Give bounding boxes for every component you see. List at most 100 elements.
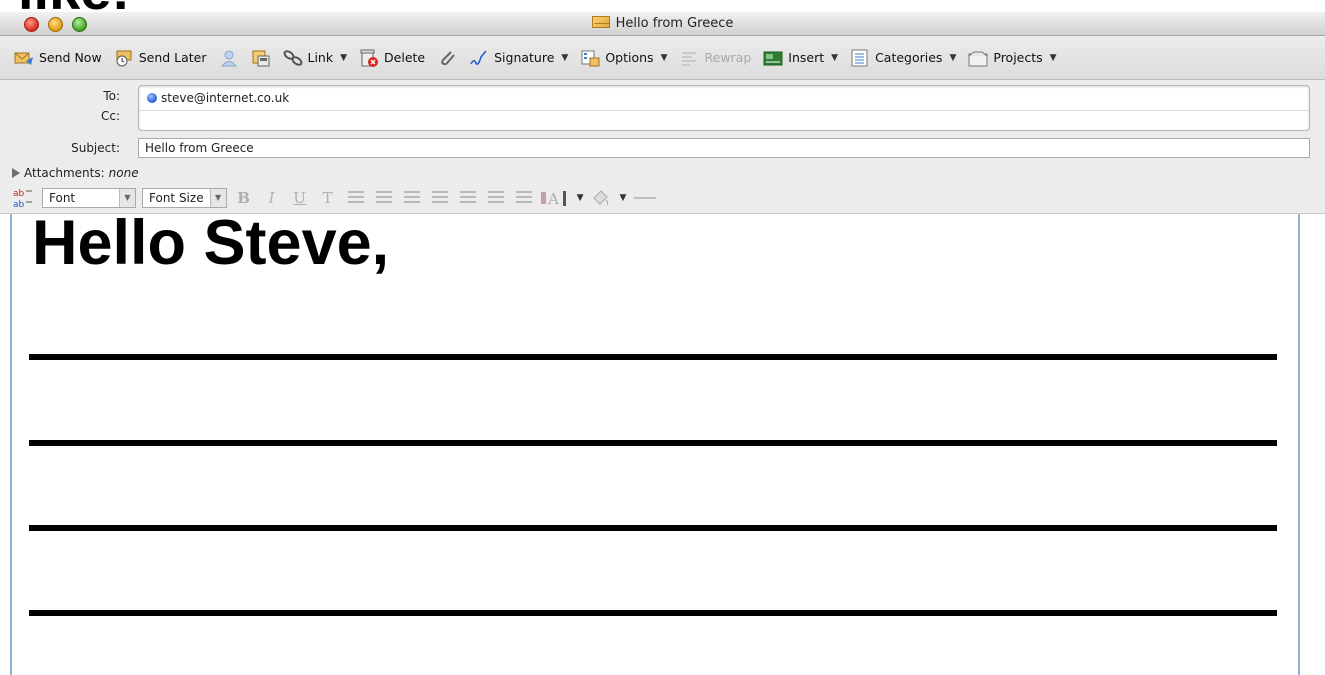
delete-label: Delete: [384, 50, 426, 65]
projects-dropdown-arrow-icon[interactable]: ▼: [1050, 53, 1057, 63]
font-select-value: Font: [49, 191, 76, 205]
categories-label: Categories: [875, 50, 943, 65]
attachment-icon: [441, 50, 455, 65]
font-select[interactable]: Font ▼: [42, 188, 136, 208]
signature-icon: [470, 50, 487, 65]
address-field[interactable]: steve@internet.co.uk: [138, 85, 1310, 131]
send-later-button[interactable]: Send Later: [108, 44, 213, 72]
delete-button[interactable]: Delete: [353, 44, 431, 72]
align-center-icon: [375, 191, 392, 203]
link-label: Link: [307, 50, 334, 65]
send-now-button[interactable]: Send Now: [8, 44, 108, 72]
disclosure-triangle-icon[interactable]: [12, 168, 20, 178]
attach-button[interactable]: [431, 44, 463, 72]
svg-text:A: A: [547, 190, 559, 208]
rewrap-icon: [681, 51, 696, 66]
to-label: To:: [103, 89, 120, 103]
highlight-dropdown-icon[interactable]: ▼: [620, 193, 627, 203]
insert-button[interactable]: Insert ▼: [757, 44, 844, 72]
window-title-text: Hello from Greece: [615, 16, 734, 31]
to-recipient-address: steve@internet.co.uk: [161, 91, 290, 105]
align-center-button[interactable]: [373, 189, 395, 207]
text-style-button[interactable]: T: [317, 189, 339, 207]
cc-field[interactable]: [139, 110, 1309, 111]
font-size-select[interactable]: Font Size ▼: [142, 188, 227, 208]
text-color-icon[interactable]: A: [540, 188, 569, 208]
horizontal-rule-icon[interactable]: [632, 188, 658, 208]
subject-label: Subject:: [71, 141, 120, 155]
link-dropdown-arrow-icon[interactable]: ▼: [340, 53, 347, 63]
send-now-icon: [14, 52, 33, 65]
window-title: Hello from Greece: [0, 16, 1325, 31]
categories-button[interactable]: Categories ▼: [844, 44, 962, 72]
recipient-status-icon: [147, 93, 157, 103]
projects-icon: [968, 51, 988, 66]
send-later-label: Send Later: [138, 50, 207, 65]
options-button[interactable]: Options ▼: [574, 44, 673, 72]
address-book-button[interactable]: [213, 44, 245, 72]
projects-button[interactable]: Projects ▼: [962, 44, 1062, 72]
subject-input[interactable]: Hello from Greece: [138, 138, 1310, 158]
font-select-arrow-icon: ▼: [119, 189, 135, 207]
signature-button[interactable]: Signature ▼: [463, 44, 574, 72]
attachments-row[interactable]: Attachments: none: [12, 166, 139, 180]
italic-button[interactable]: I: [261, 189, 283, 207]
writing-line: [29, 354, 1277, 360]
contacts-card-icon: [252, 50, 269, 66]
projects-label: Projects: [993, 50, 1043, 65]
align-right-button[interactable]: [401, 189, 423, 207]
link-icon: [283, 49, 302, 66]
rewrap-button[interactable]: Rewrap: [674, 44, 758, 72]
bold-button[interactable]: B: [233, 189, 255, 207]
svg-text:ab: ab: [13, 189, 25, 199]
body-greeting: Hello Steve,: [32, 208, 390, 278]
svg-text:ab: ab: [13, 200, 25, 209]
options-icon: [581, 50, 600, 66]
insert-icon: [763, 51, 783, 65]
rewrap-label: Rewrap: [704, 50, 752, 65]
contacts-card-button[interactable]: [245, 44, 277, 72]
underline-button[interactable]: U: [289, 189, 311, 207]
send-now-label: Send Now: [39, 50, 102, 65]
increase-indent-button[interactable]: [513, 189, 535, 207]
insert-label: Insert: [788, 50, 825, 65]
align-left-icon: [347, 191, 364, 203]
highlight-color-icon[interactable]: [590, 188, 612, 208]
insert-dropdown-arrow-icon[interactable]: ▼: [831, 53, 838, 63]
decrease-indent-button[interactable]: [485, 189, 507, 207]
decrease-indent-icon: [487, 191, 504, 203]
increase-indent-icon: [515, 191, 532, 203]
send-later-icon: [116, 50, 132, 66]
signature-dropdown-arrow-icon[interactable]: ▼: [561, 53, 568, 63]
link-button[interactable]: Link ▼: [277, 44, 354, 72]
cc-label: Cc:: [100, 109, 120, 123]
spellcheck-icon[interactable]: ab ab: [12, 187, 36, 209]
compose-toolbar: Send Now Send Later Link ▼ Delete Signat…: [0, 36, 1325, 80]
options-dropdown-arrow-icon[interactable]: ▼: [661, 53, 668, 63]
bullet-list-icon: [459, 191, 476, 203]
numbered-list-button[interactable]: [429, 189, 451, 207]
categories-dropdown-arrow-icon[interactable]: ▼: [949, 53, 956, 63]
options-label: Options: [605, 50, 654, 65]
font-size-select-value: Font Size: [149, 191, 204, 205]
writing-line: [29, 440, 1277, 446]
numbered-list-icon: [431, 191, 448, 203]
align-left-button[interactable]: [345, 189, 367, 207]
writing-line: [29, 525, 1277, 531]
attachments-label: Attachments:: [24, 166, 105, 180]
align-right-icon: [403, 191, 420, 203]
bullet-list-button[interactable]: [457, 189, 479, 207]
writing-line: [29, 610, 1277, 616]
font-size-arrow-icon: ▼: [209, 189, 226, 207]
message-body[interactable]: Hello Steve,: [10, 208, 1300, 675]
overlay-heading: like:: [18, 0, 130, 18]
signature-label: Signature: [494, 50, 555, 65]
envelope-icon: [591, 16, 610, 28]
address-book-icon: [220, 50, 237, 66]
text-color-dropdown-icon[interactable]: ▼: [577, 193, 584, 203]
attachments-value: none: [108, 166, 139, 180]
delete-icon: [360, 49, 379, 67]
categories-icon: [851, 49, 868, 66]
window-titlebar[interactable]: Hello from Greece: [0, 12, 1325, 36]
to-recipient[interactable]: steve@internet.co.uk: [147, 91, 289, 105]
